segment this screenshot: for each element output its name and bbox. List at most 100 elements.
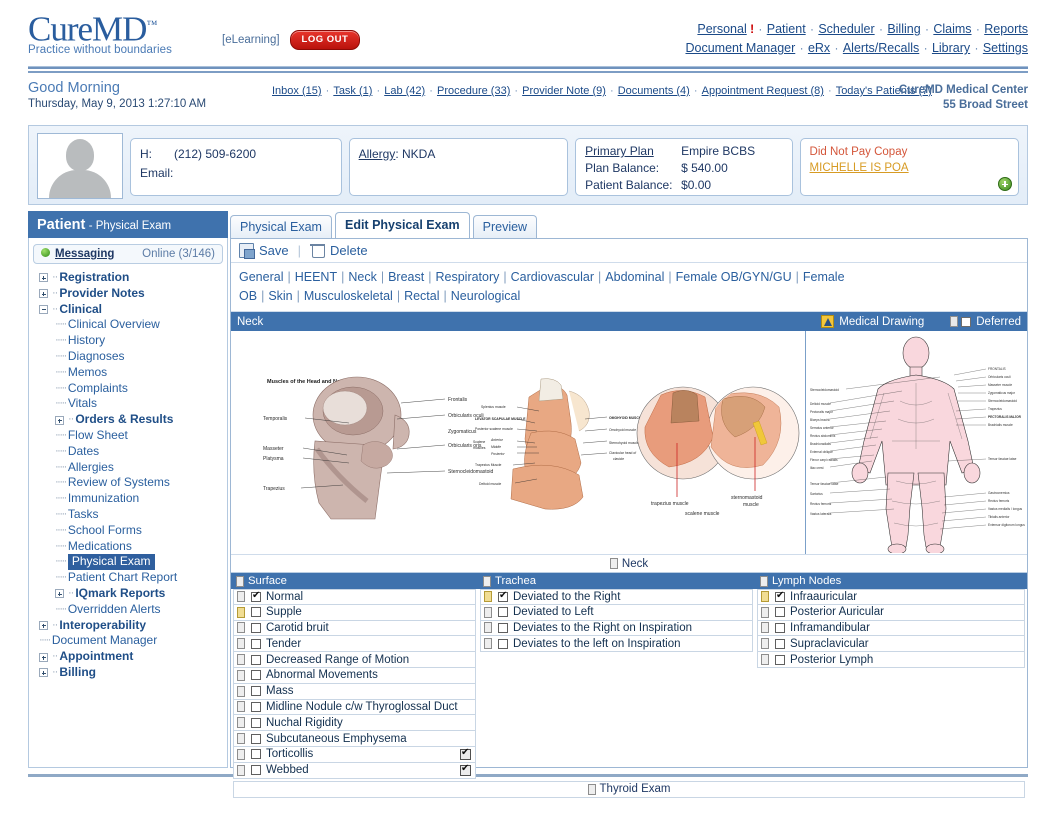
note-page-icon[interactable] [237,670,245,681]
sidebar-item-registration[interactable]: ··Registration [31,270,227,286]
note-page-icon[interactable] [761,654,769,665]
sidebar-item-medications[interactable]: ·····Medications [31,539,227,555]
sidebar-item-clinical-overview[interactable]: ·····Clinical Overview [31,317,227,333]
sidebar-item-dates[interactable]: ·····Dates [31,444,227,460]
brand-logo[interactable]: CureMD™ Practice without boundaries [28,8,208,56]
option-checkbox[interactable] [251,592,261,602]
medical-drawing-label[interactable]: Medical Drawing [839,316,924,328]
option-checkbox[interactable] [251,749,261,759]
expand-icon[interactable] [39,653,48,662]
nav-personal[interactable]: Personal [697,22,746,36]
neck-group-bar[interactable]: Neck [231,555,1027,573]
sidebar-item-orders-results[interactable]: ··Orders & Results [31,412,227,428]
sidebar-item-billing[interactable]: ··Billing [31,665,227,681]
system-link-skin[interactable]: Skin [268,289,292,303]
quicklink-documents[interactable]: Documents (4) [618,85,690,97]
tab-edit-physical-exam[interactable]: Edit Physical Exam [335,212,470,238]
note-page-icon[interactable] [484,607,492,618]
quicklink-provider-note[interactable]: Provider Note (9) [522,85,606,97]
elearning-link[interactable]: [eLearning] [222,34,280,46]
sidebar-item-flow-sheet[interactable]: ·····Flow Sheet [31,428,227,444]
exam-option-row[interactable]: Mass [233,684,476,700]
nav-patient[interactable]: Patient [767,22,806,36]
deferred-checkbox[interactable] [961,317,971,327]
quicklink-procedure[interactable]: Procedure (33) [437,85,510,97]
exam-option-row[interactable]: Webbed [233,763,476,779]
note-page-icon[interactable] [484,638,492,649]
sidebar-item-immunization[interactable]: ·····Immunization [31,491,227,507]
option-checkbox[interactable] [251,734,261,744]
option-checkbox[interactable] [498,623,508,633]
sidebar-item-patient-chart-report[interactable]: ·····Patient Chart Report [31,570,227,586]
note-page-icon[interactable] [484,622,492,633]
nav-scheduler[interactable]: Scheduler [818,22,874,36]
option-checkbox[interactable] [775,607,785,617]
sidebar-item-provider-notes[interactable]: ··Provider Notes [31,286,227,302]
nav-library[interactable]: Library [932,41,970,55]
option-checkbox[interactable] [251,607,261,617]
expand-icon[interactable] [39,273,48,282]
quicklink-task[interactable]: Task (1) [333,85,372,97]
system-link-cardiovascular[interactable]: Cardiovascular [511,270,594,284]
quicklink-inbox[interactable]: Inbox (15) [272,85,322,97]
add-note-icon[interactable] [998,177,1012,191]
exam-option-row[interactable]: Tender [233,636,476,652]
save-button[interactable]: Save [259,243,289,258]
medical-drawing-icon[interactable] [821,315,834,328]
note-page-icon[interactable] [237,701,245,712]
note-page-icon[interactable] [237,638,245,649]
option-checkbox[interactable] [251,718,261,728]
sidebar-item-appointment[interactable]: ··Appointment [31,649,227,665]
note-page-icon[interactable] [761,607,769,618]
system-link-female-ob-gyn-gu[interactable]: Female OB/GYN/GU [676,270,792,284]
logout-button[interactable]: LOG OUT [290,30,361,50]
expand-icon[interactable] [55,589,64,598]
thyroid-exam-bar[interactable]: Thyroid Exam [233,781,1025,798]
option-checkbox[interactable] [251,623,261,633]
sidebar-item-school-forms[interactable]: ·····School Forms [31,523,227,539]
sidebar-item-complaints[interactable]: ·····Complaints [31,381,227,397]
sidebar-item-clinical[interactable]: ··Clinical [31,302,227,318]
exam-option-row[interactable]: Torticollis [233,747,476,763]
sidebar-item-iqmark-reports[interactable]: ··IQmark Reports [31,586,227,602]
quicklink-lab[interactable]: Lab (42) [384,85,425,97]
note-page-icon-filled[interactable] [484,591,492,602]
tab-physical-exam[interactable]: Physical Exam [230,215,332,239]
option-checkbox[interactable] [498,639,508,649]
note-page-icon[interactable] [761,638,769,649]
exam-option-row[interactable]: Subcutaneous Emphysema [233,731,476,747]
note-page-icon[interactable] [950,316,958,327]
option-checkbox[interactable] [775,623,785,633]
exam-option-row[interactable]: Deviates to the Right on Inspiration [480,621,753,637]
exam-option-row[interactable]: Infraauricular [757,589,1025,605]
sidebar-item-vitals[interactable]: ·····Vitals [31,396,227,412]
option-secondary-checkbox[interactable] [460,749,471,760]
delete-button[interactable]: Delete [330,243,368,258]
system-link-rectal[interactable]: Rectal [404,289,439,303]
note-page-icon[interactable] [237,765,245,776]
option-checkbox[interactable] [775,655,785,665]
system-link-heent[interactable]: HEENT [295,270,337,284]
exam-option-row[interactable]: Deviates to the left on Inspiration [480,636,753,652]
sidebar-item-diagnoses[interactable]: ·····Diagnoses [31,349,227,365]
poa-note[interactable]: MICHELLE IS POA [810,160,1009,176]
expand-icon[interactable] [55,416,64,425]
exam-option-row[interactable]: Posterior Lymph [757,652,1025,668]
nav-settings[interactable]: Settings [983,41,1028,55]
exam-option-row[interactable]: Nuchal Rigidity [233,715,476,731]
avatar[interactable] [37,133,123,199]
system-link-musculoskeletal[interactable]: Musculoskeletal [304,289,393,303]
expand-icon[interactable] [39,668,48,677]
tab-preview[interactable]: Preview [473,215,537,239]
system-link-neck[interactable]: Neck [348,270,376,284]
option-checkbox[interactable] [498,607,508,617]
option-checkbox[interactable] [251,639,261,649]
exam-option-row[interactable]: Supraclavicular [757,636,1025,652]
exam-option-row[interactable]: Deviated to Left [480,605,753,621]
sidebar-item-interoperability[interactable]: ··Interoperability [31,618,227,634]
note-page-icon[interactable] [761,622,769,633]
exam-option-row[interactable]: Decreased Range of Motion [233,652,476,668]
exam-option-row[interactable]: Posterior Auricular [757,605,1025,621]
option-checkbox[interactable] [251,765,261,775]
sidebar-item-history[interactable]: ·····History [31,333,227,349]
